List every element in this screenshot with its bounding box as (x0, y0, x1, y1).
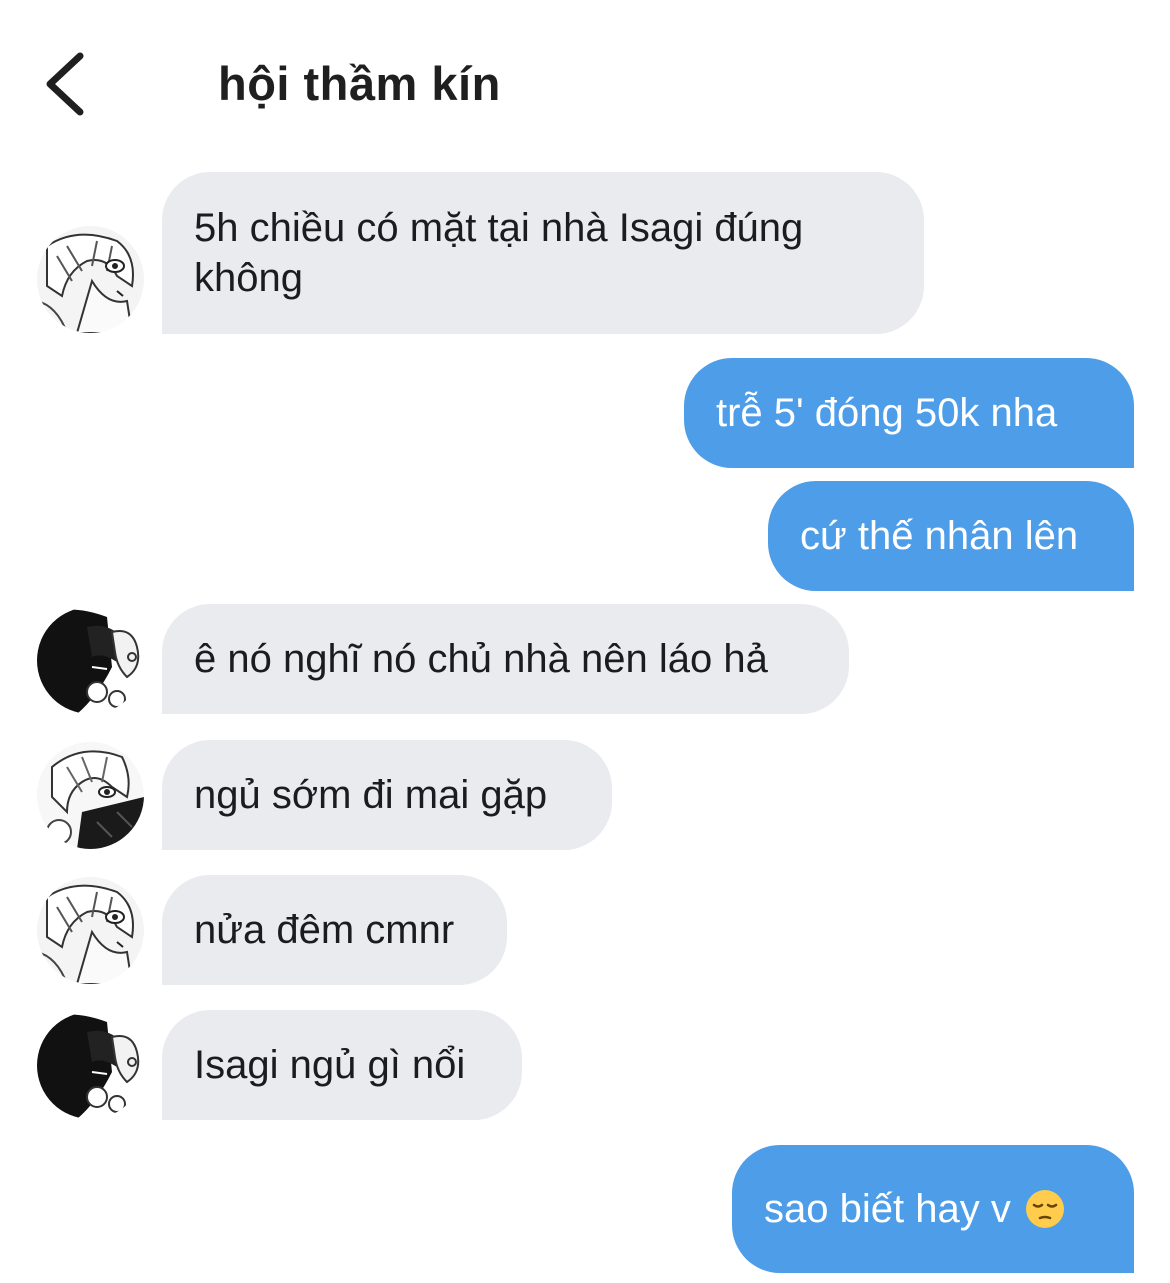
message-bubble-outgoing[interactable]: cứ thế nhân lên (768, 481, 1134, 591)
message-text: cứ thế nhân lên (800, 514, 1079, 558)
chat-title: hội thầm kín (218, 57, 501, 110)
message-bubble-outgoing[interactable]: trễ 5' đóng 50k nha (684, 358, 1134, 468)
message-bubble-incoming[interactable]: 5h chiều có mặt tại nhà Isagi đúng không (162, 172, 924, 334)
message-bubble-incoming[interactable]: Isagi ngủ gì nổi (162, 1010, 522, 1120)
chevron-left-icon (46, 52, 84, 116)
message-bubble-incoming[interactable]: ê nó nghĩ nó chủ nhà nên láo hả (162, 604, 849, 714)
pensive-face-emoji (1025, 1190, 1064, 1228)
message-text: ngủ sớm đi mai gặp (194, 773, 548, 817)
message-text: nửa đêm cmnr (194, 908, 455, 952)
avatar-light-hair-2[interactable] (37, 742, 144, 849)
message-text: trễ 5' đóng 50k nha (716, 391, 1058, 435)
message-bubble-incoming[interactable]: ngủ sớm đi mai gặp (162, 740, 612, 850)
chat-screen: hội thầm kín 5h chiều có mặt tại nhà Isa… (0, 0, 1170, 1283)
message-bubble-incoming[interactable]: nửa đêm cmnr (162, 875, 507, 985)
avatar-dark-hair[interactable] (37, 1012, 144, 1119)
avatar-light-hair-1[interactable] (37, 877, 144, 984)
message-text: Isagi ngủ gì nổi (194, 1043, 466, 1087)
message-text: 5h chiều có mặt tại nhà Isagi đúng không (194, 206, 804, 300)
avatar-light-hair-1[interactable] (37, 226, 144, 333)
message-text: sao biết hay v (764, 1187, 1011, 1231)
back-button[interactable] (36, 48, 96, 120)
chat-header: hội thầm kín (0, 0, 1170, 150)
message-text: ê nó nghĩ nó chủ nhà nên láo hả (194, 637, 768, 681)
message-bubble-outgoing[interactable]: sao biết hay v (732, 1145, 1134, 1273)
avatar-dark-hair[interactable] (37, 607, 144, 714)
